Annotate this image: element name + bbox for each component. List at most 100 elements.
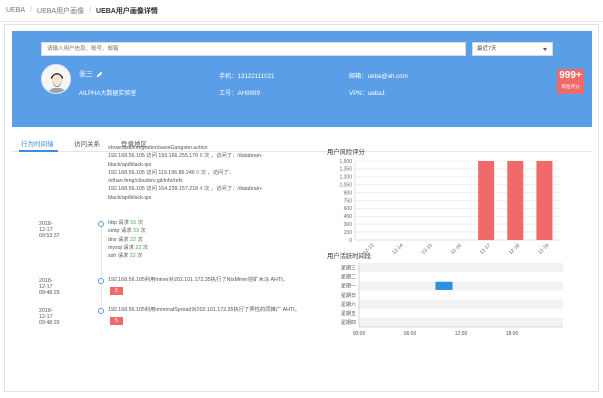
timeline-line: showcase/integration/saveGangster.action xyxy=(108,145,208,151)
user-banner: 最近7天 张三 AILPHA大数据实验室 手机：13122111021 工号：A… xyxy=(12,31,592,127)
y-tick-label: 300 xyxy=(344,222,353,228)
breadcrumb-profile[interactable]: UEBA用户画像 xyxy=(37,6,84,16)
x-tick-label: 12-18 xyxy=(508,242,521,255)
timeline-entry-4-text: 192.168.56.105利用immoralSpread对202.101.17… xyxy=(108,307,300,313)
heatmap-cell[interactable] xyxy=(435,281,453,290)
x-tick-label: 06:00 xyxy=(404,331,417,337)
email-label: 邮箱： xyxy=(349,73,368,80)
avatar xyxy=(41,64,71,94)
y-tick-label: 750 xyxy=(344,198,353,204)
tab-timeline[interactable]: 行为时间轴 xyxy=(21,138,54,148)
tab-bar: 行为时间轴 访问关系 登录地区 xyxy=(12,134,592,152)
timeline-line: ssh 请求 22 次 xyxy=(108,253,143,260)
email-field: 邮箱：ueba@ah.com xyxy=(349,71,408,80)
user-name-row: 张三 xyxy=(79,69,103,79)
activity-heatmap: 星期三星期二星期一星期日星期六星期五星期四 00:00 06:00 12:00 18:0… xyxy=(341,263,563,337)
risk-score-label: 风险评分 xyxy=(561,84,580,89)
timeline-entry-3-text: 192.168.56.105利用miner对202.101.172.35执行了N… xyxy=(108,277,288,283)
y-tick-label: 1,350 xyxy=(339,167,352,173)
timeline-entry-1-text: showcase/integration/saveGangster.action… xyxy=(108,144,263,202)
risk-bar[interactable] xyxy=(478,161,495,240)
risk-chart-title: 用户风险评分 xyxy=(327,149,365,156)
breadcrumb-current: UEBA用户画像详情 xyxy=(96,7,158,15)
y-tick-label: 450 xyxy=(344,214,353,220)
risk-score-badge: 999+ 风险评分 xyxy=(557,69,584,94)
breadcrumb-separator: / xyxy=(30,7,33,14)
x-tick-label: 00:00 xyxy=(353,331,366,337)
vpn-label: VPN： xyxy=(349,90,368,97)
x-tick-label: 12-19 xyxy=(537,242,550,255)
severity-badge: 5 xyxy=(110,317,123,325)
timeline-entry-4-time: 2018-12-17 09:48:29 xyxy=(39,308,60,326)
heatmap-row-band xyxy=(359,317,563,327)
chevron-down-icon xyxy=(543,48,547,51)
active-tab-indicator xyxy=(19,150,58,152)
timeline-entry-3-time: 2018-12-17 09:48:29 xyxy=(39,278,60,296)
heatmap-row-band xyxy=(359,263,563,273)
phone-label: 手机： xyxy=(219,73,238,80)
timeline-entry-2-time: 2018-12-17 09:53:37 xyxy=(39,221,60,239)
timeline-line: mysql 请求 22 次 xyxy=(108,244,149,251)
timeline-line: /ethan.feng/cloudsrv.git/info/refs xyxy=(108,178,183,185)
timeline-node xyxy=(98,221,104,227)
timeline-node xyxy=(98,308,104,314)
row-label: 星期四 xyxy=(341,320,356,326)
row-label: 星期日 xyxy=(341,293,356,299)
tab-access-relations[interactable]: 访问关系 xyxy=(74,138,100,148)
timeline-line: 192.168.56.105 访问 193.166.255.170 8 次 ，访… xyxy=(108,153,263,160)
empno-field: 工号：AH9999 xyxy=(219,88,260,97)
phone-field: 手机：13122111021 xyxy=(219,71,275,80)
phone-value: 13122111021 xyxy=(237,73,275,80)
risk-score-chart: 0 150 300 450 600 750 9001,050 1,200 1,350 1,500 1… xyxy=(339,159,559,256)
heatmap-row-band xyxy=(359,290,563,300)
y-tick-label: 1,500 xyxy=(339,159,352,165)
user-org: AILPHA大数据实验室 xyxy=(79,91,137,97)
row-label: 星期一 xyxy=(341,284,356,290)
x-tick-label: 18:00 xyxy=(506,331,519,337)
row-label: 星期五 xyxy=(341,311,356,317)
empno-label: 工号： xyxy=(219,90,238,97)
x-tick-label: 12-15 xyxy=(421,242,434,255)
timeline-line: 192.168.56.105 访问 164.239.157.218 4 次 ，访… xyxy=(108,186,263,193)
risk-bar[interactable] xyxy=(507,161,524,240)
row-label: 星期三 xyxy=(341,265,356,271)
x-tick-label: 12-17 xyxy=(479,242,492,255)
search-input[interactable] xyxy=(41,42,466,56)
heatmap-row-band xyxy=(359,281,563,291)
row-label: 星期六 xyxy=(341,301,356,308)
risk-score-value: 999+ xyxy=(559,70,582,81)
timeline-line: black/api/black-ips xyxy=(108,161,152,168)
severity-badge: 5 xyxy=(110,287,123,295)
timeline-line: 192.168.56.105 访问 119.196.86.246 6 次 ，访问… xyxy=(108,169,234,176)
detail-panel: 最近7天 张三 AILPHA大数据实验室 手机：13122111021 工号：A… xyxy=(4,24,599,392)
edit-pencil-icon[interactable] xyxy=(96,71,103,78)
user-avatar-icon xyxy=(42,65,70,93)
y-tick-label: 1,050 xyxy=(339,183,352,189)
breadcrumb: UEBA / UEBA用户画像 / UEBA用户画像详情 xyxy=(0,0,603,22)
range-select[interactable]: 最近7天 xyxy=(472,42,553,56)
y-tick-label: 0 xyxy=(349,238,352,244)
timeline-node xyxy=(98,278,104,284)
timeline-line: smtp 请求 33 次 xyxy=(108,228,146,235)
timeline-entry-2-text: http 请求 55 次 smtp 请求 33 次 dns 请求 22 次 my… xyxy=(108,219,148,260)
email-value: ueba@ah.com xyxy=(367,73,408,80)
timeline-axis xyxy=(101,225,102,315)
heatmap-row-band xyxy=(359,308,563,318)
timeline-line: http 请求 55 次 xyxy=(108,220,144,226)
row-label: 星期二 xyxy=(341,275,356,281)
x-tick-label: 12:00 xyxy=(455,331,468,337)
breadcrumb-separator: / xyxy=(89,7,92,14)
breadcrumb-root[interactable]: UEBA xyxy=(6,7,25,14)
vpn-field: VPN：ueba1 xyxy=(349,88,385,97)
y-tick-label: 1,200 xyxy=(339,175,352,181)
risk-bar[interactable] xyxy=(536,161,553,240)
x-tick-label: 12-14 xyxy=(391,242,404,255)
heatmap-row-band xyxy=(359,299,563,309)
timeline-line: black/api/black-ips xyxy=(108,194,152,201)
y-tick-label: 150 xyxy=(344,230,353,236)
y-tick-label: 900 xyxy=(344,190,353,196)
user-name: 张三 xyxy=(79,71,93,78)
heatmap-row-band xyxy=(359,272,563,282)
empno-value: AH9999 xyxy=(237,90,260,97)
timeline-line: dns 请求 22 次 xyxy=(108,236,143,243)
